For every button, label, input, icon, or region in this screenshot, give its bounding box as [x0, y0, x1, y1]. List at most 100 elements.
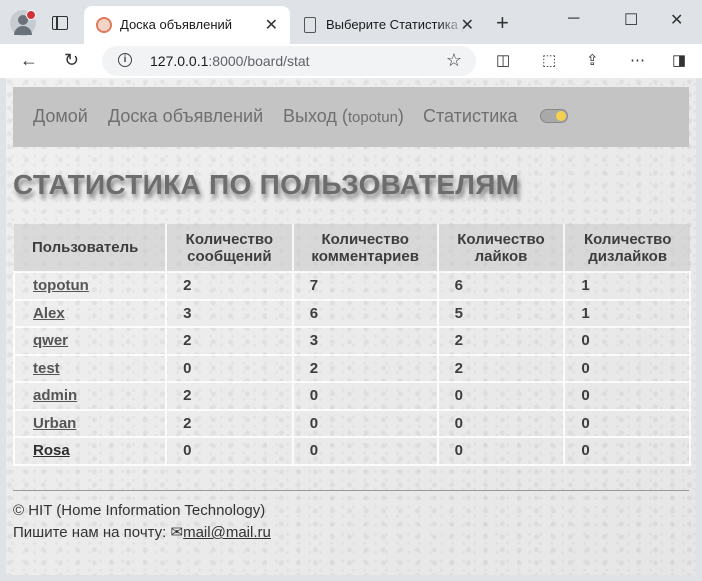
close-window-icon[interactable]: ✕ [670, 10, 683, 30]
url-text[interactable]: 127.0.0.1:8000/board/stat [150, 53, 310, 69]
likes-cell: 2 [436, 326, 566, 356]
user-link[interactable]: admin [33, 387, 77, 404]
user-cell: qwer [12, 326, 168, 356]
dislikes-cell: 0 [563, 436, 691, 466]
address-bar-row: ← ↻ i 127.0.0.1:8000/board/stat ☆ ◫ ⬚ ⇪ … [0, 44, 702, 78]
url-field[interactable]: i 127.0.0.1:8000/board/stat ☆ [102, 46, 476, 76]
messages-cell: 2 [165, 408, 294, 438]
tab-title: Доска объявлений [120, 17, 233, 32]
comments-cell: 3 [291, 326, 439, 356]
nav-board-link[interactable]: Доска объявлений [108, 106, 263, 127]
comments-cell: 0 [291, 381, 439, 411]
nav-logout-link[interactable]: Выход (topotun) [283, 106, 404, 127]
likes-cell: 6 [436, 271, 566, 301]
back-icon[interactable]: ← [20, 50, 38, 71]
screenshot-icon[interactable]: ⬚ [542, 51, 558, 69]
user-cell: Rosa [12, 436, 168, 466]
dislikes-cell: 1 [563, 271, 691, 301]
dislikes-cell: 0 [563, 353, 691, 383]
split-screen-icon[interactable]: ◫ [496, 51, 512, 69]
logout-close-paren: ) [397, 106, 404, 126]
profile-avatar[interactable] [10, 10, 36, 36]
footer-copyright: © HIT (Home Information Technology) [13, 502, 266, 519]
envelope-icon: ✉ [170, 524, 184, 541]
user-cell: test [12, 353, 168, 383]
email-link[interactable]: mail@mail.ru [183, 524, 271, 541]
user-link[interactable]: Urban [33, 415, 76, 432]
user-cell: Alex [12, 298, 168, 328]
header-comments: Количество комментариев [292, 224, 439, 272]
table-row: Alex 3 6 5 1 [12, 298, 691, 328]
url-host: 127.0.0.1 [150, 53, 209, 69]
user-stats-table: Пользователь Количество сообщений Количе… [12, 224, 691, 466]
new-tab-button[interactable]: + [496, 10, 509, 36]
comments-cell: 2 [291, 353, 439, 383]
dislikes-cell: 1 [563, 298, 691, 328]
table-header-row: Пользователь Количество сообщений Количе… [14, 224, 690, 272]
likes-cell: 2 [436, 353, 566, 383]
tab-board[interactable]: Доска объявлений ✕ [84, 6, 290, 44]
notification-dot [26, 10, 36, 20]
dislikes-cell: 0 [563, 381, 691, 411]
nav-home-link[interactable]: Домой [33, 106, 88, 127]
favorite-star-icon[interactable]: ☆ [446, 50, 462, 71]
messages-cell: 0 [165, 436, 294, 466]
messages-cell: 2 [165, 326, 294, 356]
tab-admin-stats[interactable]: Выберите Статистика для ✕ [290, 6, 486, 44]
close-tab-icon[interactable]: ✕ [265, 15, 278, 35]
table-row: Rosa 0 0 0 0 [12, 436, 691, 466]
page: Домой Доска объявлений Выход (topotun) С… [6, 78, 696, 575]
page-title: СТАТИСТИКА ПО ПОЛЬЗОВАТЕЛЯМ [13, 169, 520, 200]
header-user: Пользователь [14, 224, 168, 272]
comments-cell: 6 [291, 298, 439, 328]
minimize-icon[interactable]: ─ [568, 10, 579, 28]
footer-divider [13, 490, 689, 491]
footer-contact: Пишите нам на почту: ✉mail@mail.ru [13, 523, 271, 541]
sidebar-toggle-icon[interactable]: ◨ [672, 51, 688, 69]
comments-cell: 0 [291, 436, 439, 466]
messages-cell: 0 [165, 353, 294, 383]
site-favicon-icon [96, 17, 112, 33]
likes-cell: 5 [436, 298, 566, 328]
user-link[interactable]: test [33, 360, 60, 377]
logout-label: Выход ( [283, 106, 348, 126]
user-link[interactable]: Alex [33, 305, 65, 322]
dislikes-cell: 0 [563, 408, 691, 438]
messages-cell: 3 [165, 298, 294, 328]
tab-actions-icon[interactable] [52, 16, 68, 30]
refresh-icon[interactable]: ↻ [64, 50, 79, 71]
user-link[interactable]: topotun [33, 277, 89, 294]
user-link[interactable]: qwer [33, 332, 68, 349]
site-info-icon[interactable]: i [118, 53, 132, 67]
share-icon[interactable]: ⇪ [586, 51, 602, 69]
close-tab-icon[interactable]: ✕ [461, 15, 474, 35]
theme-toggle[interactable] [540, 109, 568, 123]
dislikes-cell: 0 [563, 326, 691, 356]
likes-cell: 0 [436, 381, 566, 411]
header-likes: Количество лайков [437, 224, 566, 272]
table-row: test 0 2 2 0 [12, 353, 691, 383]
page-icon [304, 17, 316, 33]
sun-icon [556, 111, 566, 121]
table-row: admin 2 0 0 0 [12, 381, 691, 411]
avatar-body [14, 26, 32, 35]
comments-cell: 0 [291, 408, 439, 438]
header-messages: Количество сообщений [166, 224, 294, 272]
nav-stats-link[interactable]: Статистика [423, 106, 518, 127]
likes-cell: 0 [436, 408, 566, 438]
maximize-icon[interactable]: ☐ [624, 10, 638, 30]
messages-cell: 2 [165, 381, 294, 411]
logout-username: topotun [347, 109, 398, 126]
tab-title: Выберите Статистика для [326, 17, 466, 32]
comments-cell: 7 [291, 271, 439, 301]
browser-tab-bar: Доска объявлений ✕ Выберите Статистика д… [0, 0, 702, 44]
user-cell: topotun [12, 271, 168, 301]
site-navbar: Домой Доска объявлений Выход (topotun) С… [13, 87, 689, 147]
user-cell: admin [12, 381, 168, 411]
collections-icon[interactable]: ⋯ [630, 51, 646, 69]
user-link[interactable]: Rosa [33, 442, 70, 459]
url-path: :8000/board/stat [208, 53, 310, 69]
table-row: qwer 2 3 2 0 [12, 326, 691, 356]
likes-cell: 0 [436, 436, 566, 466]
contact-label: Пишите нам на почту: [13, 524, 171, 541]
